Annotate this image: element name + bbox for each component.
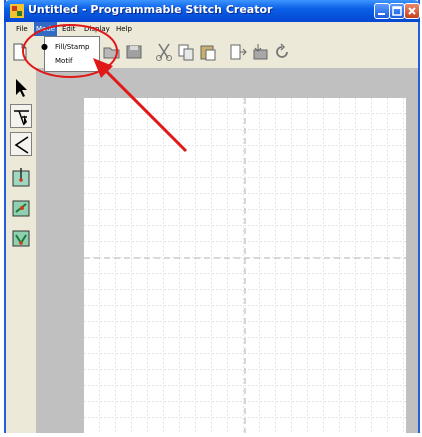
minimize-icon[interactable]	[374, 3, 390, 19]
stitch-tool-3-icon[interactable]	[10, 226, 32, 250]
open-icon[interactable]	[102, 42, 122, 62]
menu-item-label: Motif	[55, 57, 73, 65]
rotate-icon[interactable]	[272, 42, 292, 62]
stitch-tool-1-icon[interactable]	[10, 166, 32, 190]
menu-file[interactable]: File	[14, 22, 30, 36]
paste-icon[interactable]	[198, 42, 218, 62]
window-title: Untitled - Programmable Stitch Creator	[28, 3, 273, 16]
app-icon	[10, 4, 24, 18]
grid-lines	[84, 98, 406, 433]
maximize-icon[interactable]	[389, 3, 405, 19]
design-grid[interactable]	[84, 98, 406, 433]
checked-bullet-icon: ●	[41, 42, 48, 51]
menu-edit[interactable]: Edit	[60, 22, 78, 36]
menu-item-fill-stamp[interactable]: ● Fill/Stamp	[41, 41, 90, 53]
cut-icon[interactable]	[154, 42, 174, 62]
save-icon[interactable]	[124, 42, 144, 62]
new-icon[interactable]	[10, 42, 30, 62]
menu-bar: File Mode Edit Display Help	[6, 22, 418, 36]
title-bar: Untitled - Programmable Stitch Creator	[4, 0, 420, 22]
export-icon[interactable]	[250, 42, 270, 62]
tool-palette	[6, 68, 36, 433]
stitch-tool-2-icon[interactable]	[10, 196, 32, 220]
copy-icon[interactable]	[176, 42, 196, 62]
app-window: Untitled - Programmable Stitch Creator F…	[4, 0, 420, 433]
select-arrow-icon[interactable]	[10, 76, 32, 100]
point-edit-icon[interactable]	[10, 104, 32, 128]
import-icon[interactable]	[228, 42, 248, 62]
mode-dropdown-menu: ● Fill/Stamp Motif	[41, 36, 100, 72]
menu-item-motif[interactable]: Motif	[47, 55, 72, 67]
canvas-area[interactable]	[36, 68, 418, 433]
menu-item-label: Fill/Stamp	[55, 43, 90, 51]
close-icon[interactable]	[404, 3, 420, 19]
menu-help[interactable]: Help	[114, 22, 134, 36]
line-tool-icon[interactable]	[10, 132, 32, 156]
menu-mode[interactable]: Mode	[34, 22, 58, 36]
menu-display[interactable]: Display	[82, 22, 112, 36]
